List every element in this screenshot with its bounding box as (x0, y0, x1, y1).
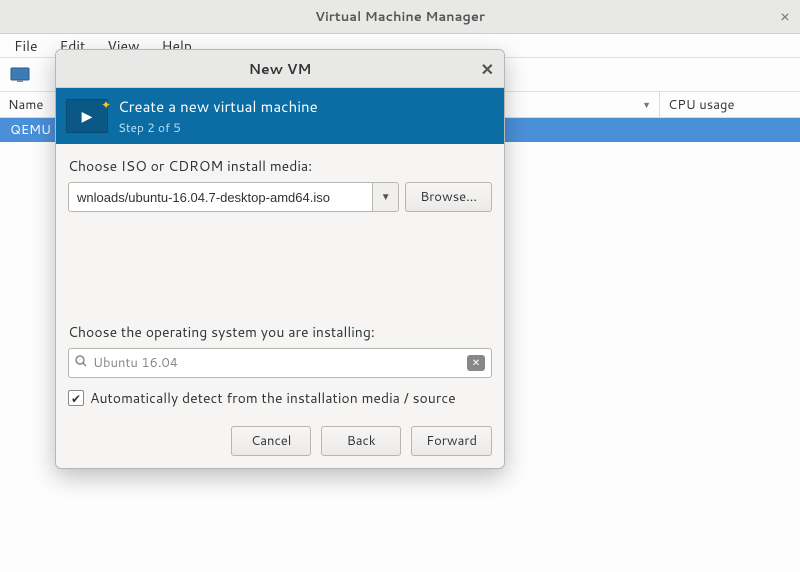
new-vm-dialog: New VM ✕ ✦ Create a new virtual machine … (55, 49, 505, 469)
cancel-button[interactable]: Cancel (231, 426, 311, 456)
media-dropdown-toggle[interactable]: ▼ (372, 183, 398, 211)
dialog-title: New VM (249, 59, 312, 79)
star-icon: ✦ (101, 96, 111, 113)
autodetect-label: Automatically detect from the installati… (90, 388, 456, 408)
dialog-step: Step 2 of 5 (118, 119, 318, 136)
chevron-down-icon: ▼ (642, 98, 651, 111)
column-cpu[interactable]: CPU usage (660, 92, 800, 117)
connection-label: QEMU (10, 121, 51, 139)
main-titlebar: Virtual Machine Manager × (0, 0, 800, 34)
browse-button[interactable]: Browse... (405, 182, 492, 212)
os-label: Choose the operating system you are inst… (68, 322, 492, 342)
dialog-titlebar: New VM ✕ (56, 50, 504, 88)
main-title: Virtual Machine Manager (315, 8, 485, 26)
new-vm-toolbutton[interactable] (6, 62, 34, 88)
dialog-close-icon[interactable]: ✕ (481, 58, 494, 81)
main-close-icon[interactable]: × (780, 5, 790, 28)
menu-file[interactable]: File (4, 34, 48, 58)
autodetect-checkbox[interactable]: ✔ (68, 390, 84, 406)
forward-button[interactable]: Forward (411, 426, 492, 456)
media-combo[interactable]: ▼ (68, 182, 399, 212)
back-button[interactable]: Back (321, 426, 401, 456)
vm-icon: ✦ (66, 99, 108, 133)
media-input[interactable] (69, 183, 372, 211)
column-cpu-label: CPU usage (668, 96, 734, 114)
column-name-label: Name (8, 96, 43, 114)
dialog-header: ✦ Create a new virtual machine Step 2 of… (56, 88, 504, 144)
dialog-heading: Create a new virtual machine (118, 96, 318, 117)
dialog-body: Choose ISO or CDROM install media: ▼ Bro… (56, 144, 504, 414)
media-label: Choose ISO or CDROM install media: (68, 156, 492, 176)
dialog-actions: Cancel Back Forward (56, 414, 504, 468)
os-search[interactable]: Ubuntu 16.04 ✕ (68, 348, 492, 378)
clear-icon[interactable]: ✕ (467, 355, 485, 371)
search-icon (75, 354, 87, 372)
autodetect-row[interactable]: ✔ Automatically detect from the installa… (68, 388, 492, 408)
os-search-value: Ubuntu 16.04 (93, 354, 461, 372)
monitor-icon (10, 67, 30, 83)
